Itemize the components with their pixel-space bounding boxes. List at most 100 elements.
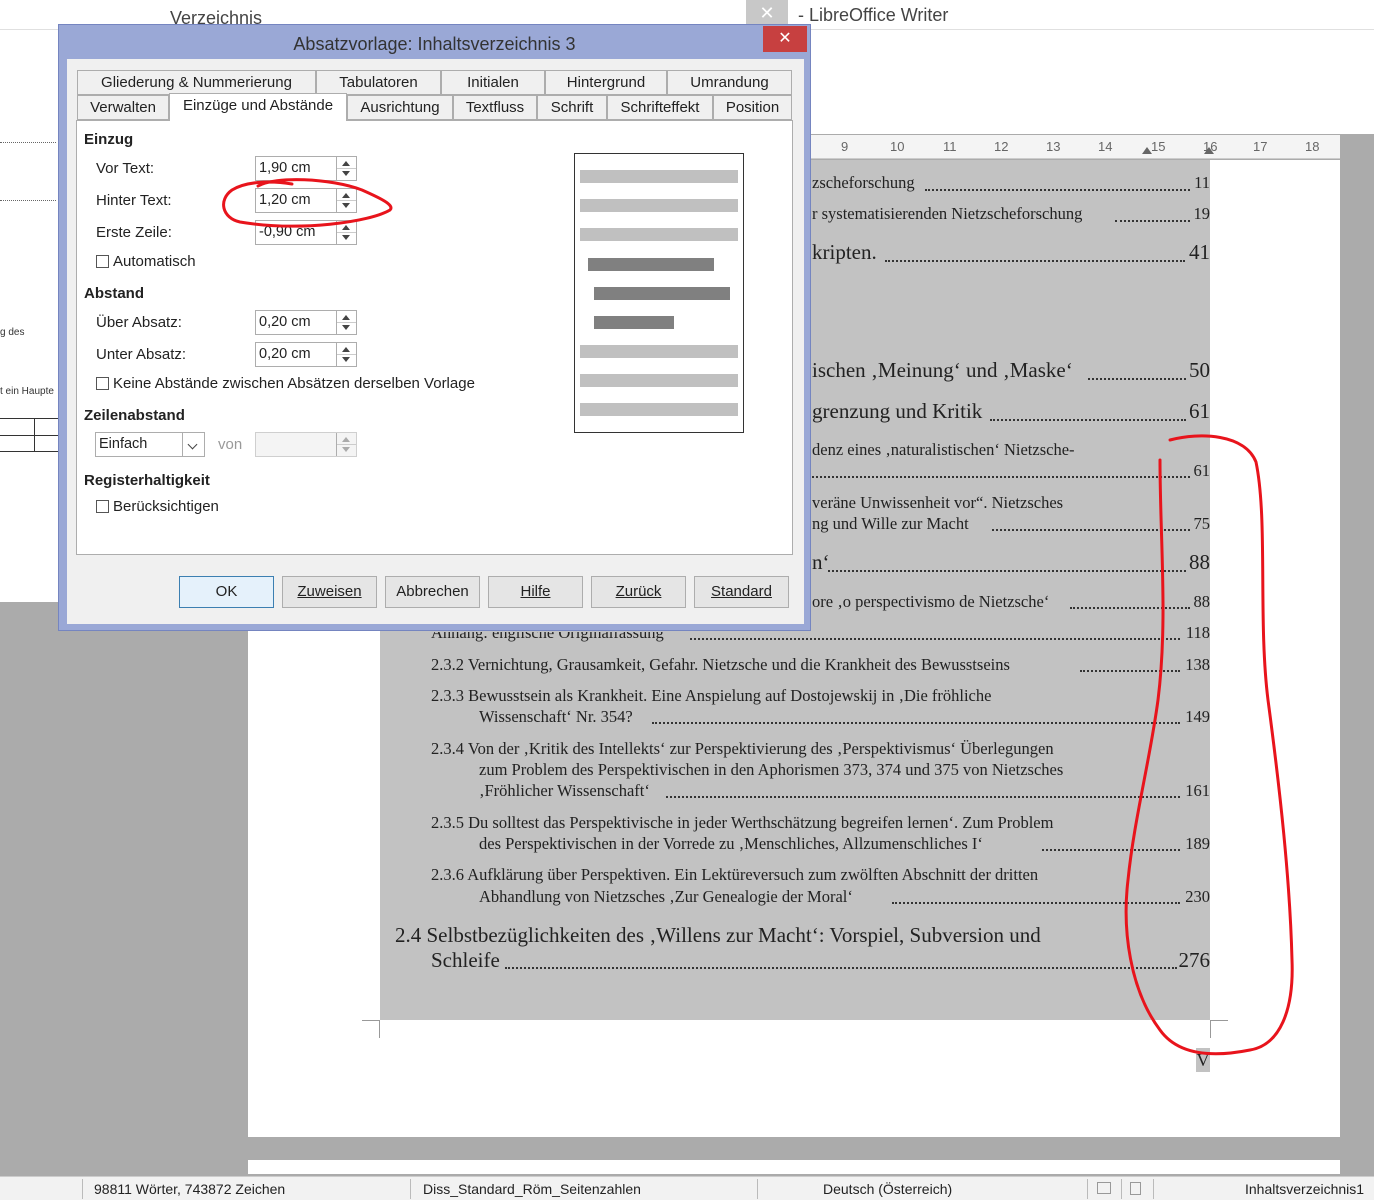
toc-entry-text: ischen ‚Meinung‘ und ‚Maske‘	[812, 358, 1073, 382]
toc-leader-dots	[666, 796, 1180, 798]
dotted-line	[0, 142, 56, 143]
tab-tabs[interactable]: Tabulatoren	[316, 70, 441, 95]
toc-leader-dots	[1042, 849, 1180, 851]
first-line-spinner[interactable]	[336, 221, 356, 244]
before-text-field[interactable]: 1,90 cm	[255, 156, 357, 181]
tab-outline-numbering[interactable]: Gliederung & Nummerierung	[77, 70, 316, 95]
status-separator	[82, 1179, 83, 1199]
toc-entry-text: Abhandlung von Nietzsches ‚Zur Genealogi…	[479, 887, 853, 906]
after-text-field[interactable]: 1,20 cm	[255, 188, 357, 213]
toc-entry-text: zscheforschung	[812, 173, 915, 192]
dotted-line	[0, 200, 56, 201]
below-paragraph-field[interactable]: 0,20 cm	[255, 342, 357, 367]
right-margin-marker[interactable]	[1204, 147, 1214, 154]
page-style[interactable]: Diss_Standard_Röm_Seitenzahlen	[423, 1181, 641, 1197]
next-document-page[interactable]	[248, 1160, 1340, 1174]
toc-entry-page: 189	[1185, 834, 1210, 853]
page-corner-mark	[1210, 1020, 1228, 1038]
toc-entry-page: 11	[1194, 173, 1210, 192]
reset-button-label: Zurück	[615, 583, 662, 600]
above-paragraph-field[interactable]: 0,20 cm	[255, 310, 357, 335]
preview-line-current	[594, 316, 674, 329]
toc-leader-dots	[892, 902, 1180, 904]
toc-entry-text: r systematisierenden Nietzscheforschung	[812, 204, 1083, 223]
ok-button[interactable]: OK	[179, 576, 274, 608]
toc-entry-text-span: ore ‚o perspectivismo de Nietzsche‘	[812, 592, 1050, 611]
close-icon[interactable]: ✕	[763, 26, 807, 52]
chevron-down-icon[interactable]	[182, 433, 204, 456]
insert-mode-icon[interactable]	[1097, 1182, 1111, 1194]
writer-close-icon[interactable]: ✕	[746, 0, 788, 26]
activate-register-checkbox[interactable]	[96, 500, 109, 513]
ruler-tick: 10	[890, 139, 905, 154]
before-text-value[interactable]: 1,90 cm	[259, 160, 311, 176]
after-text-spinner[interactable]	[336, 189, 356, 212]
below-paragraph-value[interactable]: 0,20 cm	[259, 346, 311, 362]
help-button[interactable]: Hilfe	[488, 576, 583, 608]
page-corner-mark	[379, 1020, 380, 1038]
indent-heading: Einzug	[84, 131, 134, 148]
after-text-value[interactable]: 1,20 cm	[259, 192, 311, 208]
toc-entry-page: 88	[1193, 592, 1211, 611]
toc-entry-text: kripten.	[812, 240, 877, 264]
tab-drop-caps[interactable]: Initialen	[441, 70, 545, 95]
text-fragment: g des	[0, 327, 25, 338]
below-paragraph-spinner[interactable]	[336, 343, 356, 366]
toc-leader-dots	[885, 260, 1185, 262]
tab-indents-spacing[interactable]: Einzüge und Abstände	[169, 93, 347, 121]
apply-button-label: Zuweisen	[297, 583, 362, 600]
tab-text-flow[interactable]: Textfluss	[453, 95, 537, 120]
line-spacing-of-field[interactable]	[255, 432, 357, 457]
toc-entry-text: 2.3.6 Aufklärung über Perspektiven. Ein …	[431, 865, 1039, 884]
paragraph-style[interactable]: Inhaltsverzeichnis1	[1245, 1181, 1364, 1197]
word-count[interactable]: 98811 Wörter, 743872 Zeichen	[94, 1181, 285, 1197]
above-paragraph-spinner[interactable]	[336, 311, 356, 334]
before-text-spinner[interactable]	[336, 157, 356, 180]
status-separator	[757, 1179, 758, 1199]
toc-entry-text: 2.3.5 Du solltest das Perspektivische in…	[431, 813, 1054, 832]
apply-button[interactable]: Zuweisen	[282, 576, 377, 608]
tab-position[interactable]: Position	[713, 95, 792, 120]
toc-entry-text: 2.3.3 Bewusstsein als Krankheit. Eine An…	[431, 686, 992, 705]
line-spacing-heading: Zeilenabstand	[84, 407, 185, 424]
toc-entry-text: ng und Wille zur Macht	[812, 514, 969, 533]
automatic-checkbox[interactable]	[96, 255, 109, 268]
line-spacing-value[interactable]: Einfach	[99, 436, 147, 452]
preview-line-current	[594, 287, 730, 300]
first-line-field[interactable]: -0,90 cm	[255, 220, 357, 245]
first-line-value[interactable]: -0,90 cm	[259, 224, 315, 240]
toc-entry-page: 118	[1185, 623, 1210, 642]
line-spacing-select[interactable]: Einfach	[95, 432, 205, 457]
cancel-button[interactable]: Abbrechen	[385, 576, 480, 608]
toc-entry-page: 276	[1178, 948, 1211, 972]
toc-entry-page: 50	[1189, 358, 1210, 382]
tab-font-effects[interactable]: Schrifteffekt	[607, 95, 713, 120]
below-paragraph-label: Unter Absatz:	[96, 346, 187, 363]
tab-font[interactable]: Schrift	[537, 95, 607, 120]
line-spacing-of-spinner[interactable]	[336, 433, 356, 456]
standard-button[interactable]: Standard	[694, 576, 789, 608]
toc-leader-dots	[828, 570, 1186, 572]
right-indent-marker[interactable]	[1142, 147, 1152, 154]
after-text-label: Hinter Text:	[96, 192, 172, 209]
language[interactable]: Deutsch (Österreich)	[823, 1181, 952, 1197]
horizontal-ruler[interactable]: 9 10 11 12 13 14 15 16 17 18	[810, 135, 1340, 159]
no-space-same-style-checkbox[interactable]	[96, 377, 109, 390]
above-paragraph-value[interactable]: 0,20 cm	[259, 314, 311, 330]
document-modified-icon[interactable]	[1130, 1182, 1141, 1195]
reset-button[interactable]: Zurück	[591, 576, 686, 608]
toc-entry-page: 138	[1185, 655, 1210, 674]
tab-borders[interactable]: Umrandung	[667, 70, 792, 95]
tab-organizer[interactable]: Verwalten	[77, 95, 169, 120]
ruler-tick: 9	[841, 139, 849, 154]
tab-background[interactable]: Hintergrund	[545, 70, 667, 95]
toc-entry-text: veräne Unwissenheit vor“. Nietzsches	[812, 493, 1064, 512]
tab-alignment[interactable]: Ausrichtung	[347, 95, 453, 120]
toc-leader-dots	[990, 419, 1186, 421]
toc-entry-text: ore ‚o perspectivismo de Nietzsche‘	[812, 592, 1049, 612]
status-bar: 98811 Wörter, 743872 Zeichen Diss_Standa…	[0, 1176, 1374, 1200]
status-separator	[1087, 1179, 1088, 1199]
page-corner-mark	[1210, 1020, 1211, 1038]
toc-entry-text: 2.4 Selbstbezüglichkeiten des ‚Willens z…	[395, 923, 1041, 947]
toc-entry-page: 61	[1189, 399, 1210, 423]
